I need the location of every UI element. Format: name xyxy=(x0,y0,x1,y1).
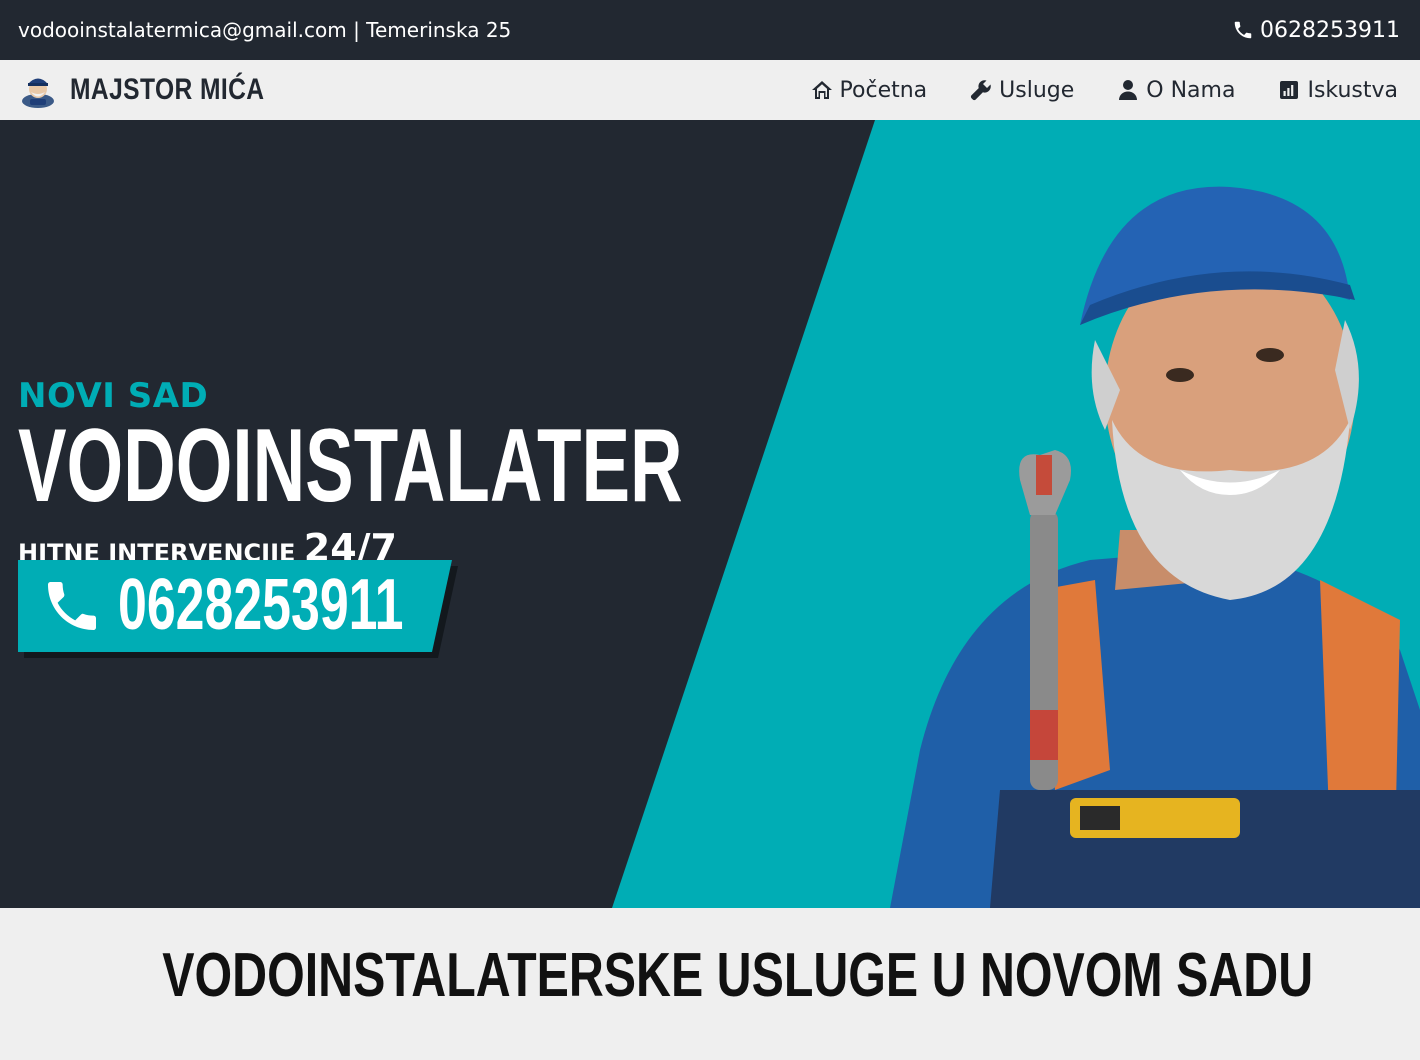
top-phone-number: 0628253911 xyxy=(1260,17,1400,43)
top-contact-bar: vodooinstalatermica@gmail.com | Temerins… xyxy=(0,0,1420,60)
brand-name: MAJSTOR MIĆA xyxy=(70,73,265,106)
hero-section: NOVI SAD VODOINSTALATER HITNE INTERVENCI… xyxy=(0,120,1420,908)
nav-item-usluge[interactable]: Usluge xyxy=(969,78,1074,103)
chart-icon xyxy=(1280,81,1299,99)
hero-headline: VODOINSTALATER xyxy=(18,408,683,524)
nav-label-pocetna: Početna xyxy=(839,77,928,103)
phone-icon xyxy=(48,582,96,630)
services-section-title: VODOINSTALATERSKE USLUGE U NOVOM SADU xyxy=(0,940,1420,1011)
nav-label-iskustva: Iskustva xyxy=(1307,77,1398,103)
nav-item-o-nama[interactable]: O Nama xyxy=(1116,78,1235,103)
nav-menu: Početna Usluge O Nama Iskustva xyxy=(810,78,1398,103)
nav-label-usluge: Usluge xyxy=(999,77,1075,103)
nav-item-iskustva[interactable]: Iskustva xyxy=(1277,78,1398,103)
services-title-text: VODOINSTALATERSKE USLUGE U NOVOM SADU xyxy=(162,941,1314,1010)
top-phone-link[interactable]: 0628253911 xyxy=(1232,18,1400,43)
contact-info: vodooinstalatermica@gmail.com | Temerins… xyxy=(18,18,512,42)
phone-icon xyxy=(1234,21,1252,39)
main-navbar: MAJSTOR MIĆA Početna Usluge O Nama Iskus… xyxy=(0,60,1420,120)
plumber-logo-icon xyxy=(22,78,54,108)
brand[interactable]: MAJSTOR MIĆA xyxy=(20,71,307,109)
call-button-number: 0628253911 xyxy=(118,565,404,645)
hero-text-block: NOVI SAD VODOINSTALATER HITNE INTERVENCI… xyxy=(18,376,967,570)
wrench-icon xyxy=(971,80,991,101)
nav-item-pocetna[interactable]: Početna xyxy=(810,77,928,103)
nav-label-o-nama: O Nama xyxy=(1146,77,1236,103)
call-button[interactable]: 0628253911 xyxy=(18,560,458,658)
user-icon xyxy=(1119,80,1138,100)
home-icon xyxy=(811,81,832,99)
